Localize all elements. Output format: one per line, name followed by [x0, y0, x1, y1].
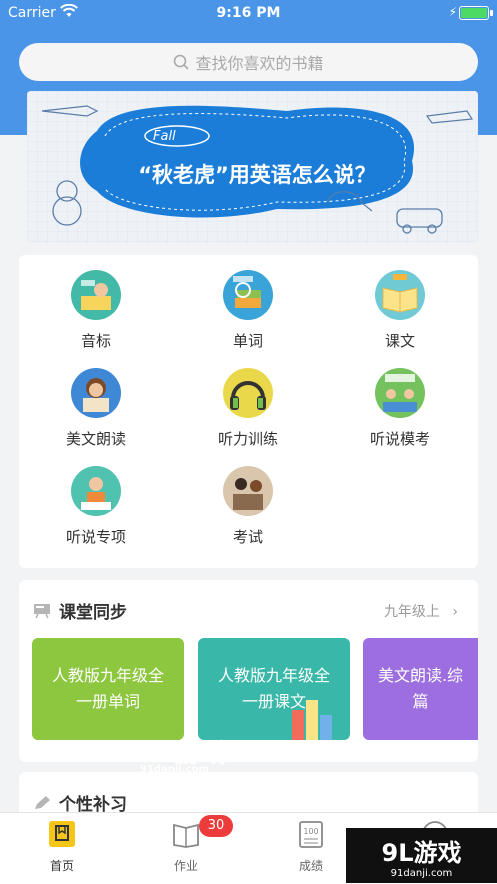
- homework-icon: [171, 819, 201, 849]
- banner-tag: Fall: [153, 129, 176, 144]
- search-bar[interactable]: 查找你喜欢的书籍: [19, 43, 478, 81]
- charging-icon: ⚡: [448, 5, 457, 19]
- section-header: 课堂同步: [33, 598, 127, 623]
- pencil-icon: [35, 795, 50, 809]
- grid-label: 美文朗读: [65, 430, 126, 448]
- grid-item-listening[interactable]: 听力训练: [173, 368, 323, 449]
- grid-item-exam[interactable]: 考试: [173, 466, 323, 547]
- tab-label: 首页: [49, 859, 74, 873]
- course-title-line1: 人教版九年级全: [51, 666, 164, 685]
- course-title-line2: 篇: [412, 692, 429, 711]
- grid-item-phonetics[interactable]: 音标: [21, 270, 171, 351]
- words-icon: [223, 270, 273, 320]
- special-icon: [71, 466, 121, 516]
- course-title-line1: 美文朗读.综: [377, 666, 464, 685]
- home-icon: [47, 819, 77, 849]
- course-title-line1: 人教版九年级全: [217, 666, 330, 685]
- promo-banner[interactable]: Fall “秋老虎”用英语怎么说？: [27, 91, 478, 243]
- grid-label: 单词: [232, 332, 263, 350]
- feature-grid: 音标 单词 课文 美文朗读 听力训练 听说模考 听说专项 考试: [19, 255, 478, 568]
- reading-icon: [71, 368, 121, 418]
- phonetics-icon: [71, 270, 121, 320]
- svg-text:100: 100: [303, 827, 318, 836]
- grade-selector[interactable]: 九年级上 ›: [384, 601, 458, 621]
- course-card[interactable]: 美文朗读.综 篇: [363, 638, 478, 740]
- board-icon: [34, 603, 50, 618]
- tab-scores[interactable]: 100 成绩: [271, 819, 351, 874]
- banner-headline: “秋老虎”用英语怎么说？: [138, 163, 376, 187]
- watermark-logo: 9L游戏 91danji.com: [140, 739, 227, 775]
- books-illustration: [292, 700, 332, 740]
- course-card[interactable]: 人教版九年级全 一册单词: [32, 638, 184, 740]
- headphones-icon: [223, 368, 273, 418]
- grid-label: 听说模考: [369, 430, 430, 448]
- search-icon: [174, 54, 190, 70]
- clock: 9:16 PM: [216, 5, 281, 21]
- search-placeholder: 查找你喜欢的书籍: [195, 54, 324, 73]
- text-icon: [375, 270, 425, 320]
- grid-label: 听力训练: [217, 430, 278, 448]
- tab-label: 成绩: [298, 859, 323, 873]
- watermark-corner: 9L游戏 91danji.com: [346, 828, 497, 883]
- status-bar: Carrier 9:16 PM ⚡: [0, 0, 497, 26]
- classroom-sync-section: 课堂同步 九年级上 › 人教版九年级全 一册单词 人教版九年级全 一册课文 美文…: [19, 580, 478, 762]
- chevron-right-icon: ›: [452, 604, 458, 620]
- grid-item-text[interactable]: 课文: [325, 270, 475, 351]
- grid-label: 课文: [384, 332, 415, 350]
- grid-label: 考试: [232, 528, 263, 546]
- grid-label: 音标: [80, 332, 111, 350]
- section-title: 课堂同步: [59, 603, 127, 623]
- grid-item-reading[interactable]: 美文朗读: [21, 368, 171, 449]
- course-title-line2: 一册单词: [75, 692, 140, 711]
- grid-item-special[interactable]: 听说专项: [21, 466, 171, 547]
- grade-label: 九年级上: [383, 604, 440, 620]
- scores-icon: 100: [296, 819, 326, 849]
- grid-label: 听说专项: [65, 528, 126, 546]
- tab-label: 作业: [173, 859, 198, 873]
- battery-icon: [459, 6, 493, 20]
- grid-item-mock-exam[interactable]: 听说模考: [325, 368, 475, 449]
- homework-badge: 30: [199, 815, 233, 837]
- exam-icon: [223, 466, 273, 516]
- mock-exam-icon: [375, 368, 425, 418]
- grid-item-words[interactable]: 单词: [173, 270, 323, 351]
- tab-home[interactable]: 首页: [22, 819, 102, 874]
- course-card[interactable]: 人教版九年级全 一册课文: [198, 638, 350, 740]
